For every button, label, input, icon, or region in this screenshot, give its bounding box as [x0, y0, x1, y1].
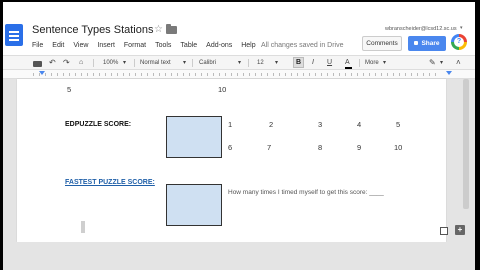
comments-button[interactable]: Comments — [362, 36, 402, 51]
document-canvas: 5 10 EDPUZZLE SCORE: 1 2 3 4 5 6 7 8 9 1… — [3, 79, 475, 242]
share-button[interactable]: Share — [408, 36, 446, 51]
save-status[interactable]: All changes saved in Drive — [261, 40, 344, 52]
account-caret-icon[interactable]: ▾ — [460, 25, 463, 31]
explore-side-icon[interactable]: + — [455, 225, 465, 235]
left-indent-marker[interactable] — [39, 71, 45, 75]
docs-logo-icon[interactable] — [5, 24, 23, 46]
fastest-puzzle-score-label[interactable]: FASTEST PUZZLE SCORE: — [65, 179, 155, 186]
score-number: 10 — [394, 143, 403, 152]
menu-table[interactable]: Table — [180, 40, 197, 52]
edpuzzle-score-box[interactable] — [166, 116, 222, 158]
zoom-caret-icon[interactable]: ▾ — [123, 58, 126, 68]
more-button[interactable]: More — [365, 58, 379, 68]
fastest-question-text: How many times I timed myself to get thi… — [228, 189, 384, 196]
menu-edit[interactable]: Edit — [52, 40, 64, 52]
score-number: 3 — [318, 120, 323, 129]
undo-icon[interactable]: ↶ — [49, 58, 56, 68]
user-email[interactable]: wbranscheider@lcsd12.sc.us — [385, 26, 457, 32]
score-number: 4 — [357, 120, 362, 129]
text-cursor — [81, 221, 85, 233]
score-number: 10 — [218, 85, 227, 94]
toolbar-divider — [359, 59, 360, 67]
toolbar-divider — [93, 59, 94, 67]
score-number: 7 — [267, 143, 272, 152]
menu-tools[interactable]: Tools — [155, 40, 171, 52]
font-size-select[interactable]: 12 — [257, 58, 264, 68]
menu-file[interactable]: File — [32, 40, 43, 52]
menu-view[interactable]: View — [73, 40, 88, 52]
explore-icon[interactable]: ? — [451, 34, 467, 50]
more-caret-icon[interactable]: ▾ — [383, 58, 386, 68]
star-icon[interactable]: ☆ — [154, 24, 163, 35]
score-number: 8 — [318, 143, 323, 152]
add-comment-icon[interactable] — [440, 227, 448, 235]
size-caret-icon[interactable]: ▾ — [275, 58, 278, 68]
menu-insert[interactable]: Insert — [97, 40, 115, 52]
score-number: 2 — [269, 120, 274, 129]
docs-header: Sentence Types Stations ☆ wbranscheider@… — [3, 2, 475, 55]
ruler-ticks — [33, 73, 437, 76]
font-select[interactable]: Calibri — [199, 58, 216, 68]
redo-icon[interactable]: ↷ — [63, 58, 70, 68]
letterbox-right — [475, 0, 480, 270]
ruler[interactable] — [3, 70, 475, 79]
score-number: 6 — [228, 143, 233, 152]
pencil-icon[interactable]: ✎ — [429, 58, 436, 68]
italic-button[interactable]: I — [312, 58, 314, 68]
score-number: 5 — [67, 85, 72, 94]
menu-add-ons[interactable]: Add-ons — [206, 40, 232, 52]
document-page[interactable]: 5 10 EDPUZZLE SCORE: 1 2 3 4 5 6 7 8 9 1… — [17, 79, 446, 242]
score-number: 5 — [396, 120, 401, 129]
vertical-scrollbar[interactable] — [463, 79, 469, 209]
document-title[interactable]: Sentence Types Stations — [32, 24, 154, 36]
pencil-caret-icon[interactable]: ▾ — [440, 58, 443, 68]
bold-button[interactable]: B — [293, 57, 304, 68]
share-label: Share — [421, 40, 440, 47]
style-caret-icon[interactable]: ▾ — [183, 58, 186, 68]
underline-button[interactable]: U — [327, 58, 332, 68]
right-indent-marker[interactable] — [446, 71, 452, 75]
edpuzzle-score-label: EDPUZZLE SCORE: — [65, 121, 132, 128]
collapse-icon[interactable]: ˄ — [456, 58, 461, 68]
fastest-score-box[interactable] — [166, 184, 222, 226]
app-window: Sentence Types Stations ☆ wbranscheider@… — [0, 0, 480, 270]
print-icon[interactable] — [33, 61, 42, 67]
menu-help[interactable]: Help — [241, 40, 255, 52]
style-select[interactable]: Normal text — [140, 58, 171, 68]
menu-format[interactable]: Format — [124, 40, 146, 52]
font-caret-icon[interactable]: ▾ — [238, 58, 241, 68]
canvas-bottom — [3, 242, 475, 270]
explore-label: ? — [454, 37, 464, 47]
text-color-swatch — [345, 67, 352, 69]
formatting-toolbar: ↶ ↷ ⌂ 100% ▾ Normal text ▾ Calibri ▾ 12 … — [3, 55, 475, 70]
lock-icon — [414, 41, 419, 45]
toolbar-divider — [134, 59, 135, 67]
paint-format-icon[interactable]: ⌂ — [79, 58, 83, 68]
score-number: 1 — [228, 120, 233, 129]
menu-bar: File Edit View Insert Format Tools Table… — [32, 40, 265, 52]
toolbar-divider — [192, 59, 193, 67]
toolbar-divider — [248, 59, 249, 67]
score-number: 9 — [357, 143, 362, 152]
folder-icon[interactable] — [166, 24, 177, 34]
zoom-select[interactable]: 100% — [103, 58, 118, 68]
